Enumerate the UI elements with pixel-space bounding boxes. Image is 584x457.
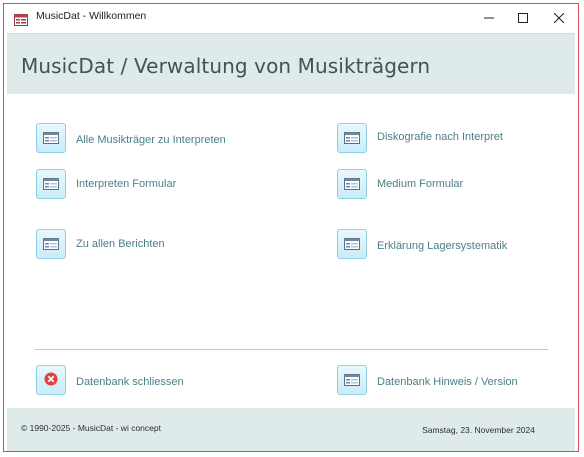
medium-form-label[interactable]: Medium Formular [377,178,463,190]
form-icon [344,235,360,254]
access-app-icon [14,11,28,26]
close-button[interactable] [541,4,577,31]
form-icon [344,371,360,390]
all-media-label[interactable]: Alle Musikträger zu Interpreten [76,134,226,146]
reports-label[interactable]: Zu allen Berichten [76,238,165,250]
artists-form-label[interactable]: Interpreten Formular [76,178,176,190]
page-title: MusicDat / Verwaltung von Musikträgern [21,54,431,78]
maximize-button[interactable] [505,4,541,31]
form-header: MusicDat / Verwaltung von Musikträgern [7,33,575,95]
open-artists-form-button[interactable] [36,169,66,199]
form-icon [344,129,360,148]
open-discography-button[interactable] [337,123,367,153]
form-icon [43,175,59,194]
form-icon [43,129,59,148]
current-date: Samstag, 23. November 2024 [422,425,535,435]
close-database-label[interactable]: Datenbank schliessen [76,376,184,388]
close-database-button[interactable] [36,365,66,395]
maximize-icon [518,8,528,27]
storage-info-label[interactable]: Erklärung Lagersystematik [377,240,507,252]
title-bar: MusicDat - Willkommen [4,4,578,31]
form-icon [344,175,360,194]
version-info-label[interactable]: Datenbank Hinweis / Version [377,376,518,388]
minimize-icon [484,8,494,27]
close-circle-icon [44,371,58,390]
open-reports-button[interactable] [36,229,66,259]
open-all-media-button[interactable] [36,123,66,153]
section-divider [35,349,548,350]
open-medium-form-button[interactable] [337,169,367,199]
menu-area: Alle Musikträger zu Interpreten Interpre… [7,94,575,407]
form-footer: © 1990-2025 - MusicDat - wi concept Sams… [7,408,575,451]
discography-label[interactable]: Diskografie nach Interpret [377,131,503,143]
open-version-info-button[interactable] [337,365,367,395]
open-storage-info-button[interactable] [337,229,367,259]
form-icon [43,235,59,254]
close-icon [553,8,565,27]
minimize-button[interactable] [471,4,507,31]
window-title: MusicDat - Willkommen [36,10,147,22]
copyright-text: © 1990-2025 - MusicDat - wi concept [21,423,161,433]
app-window: MusicDat - Willkommen MusicDat / Verwalt… [3,3,579,452]
